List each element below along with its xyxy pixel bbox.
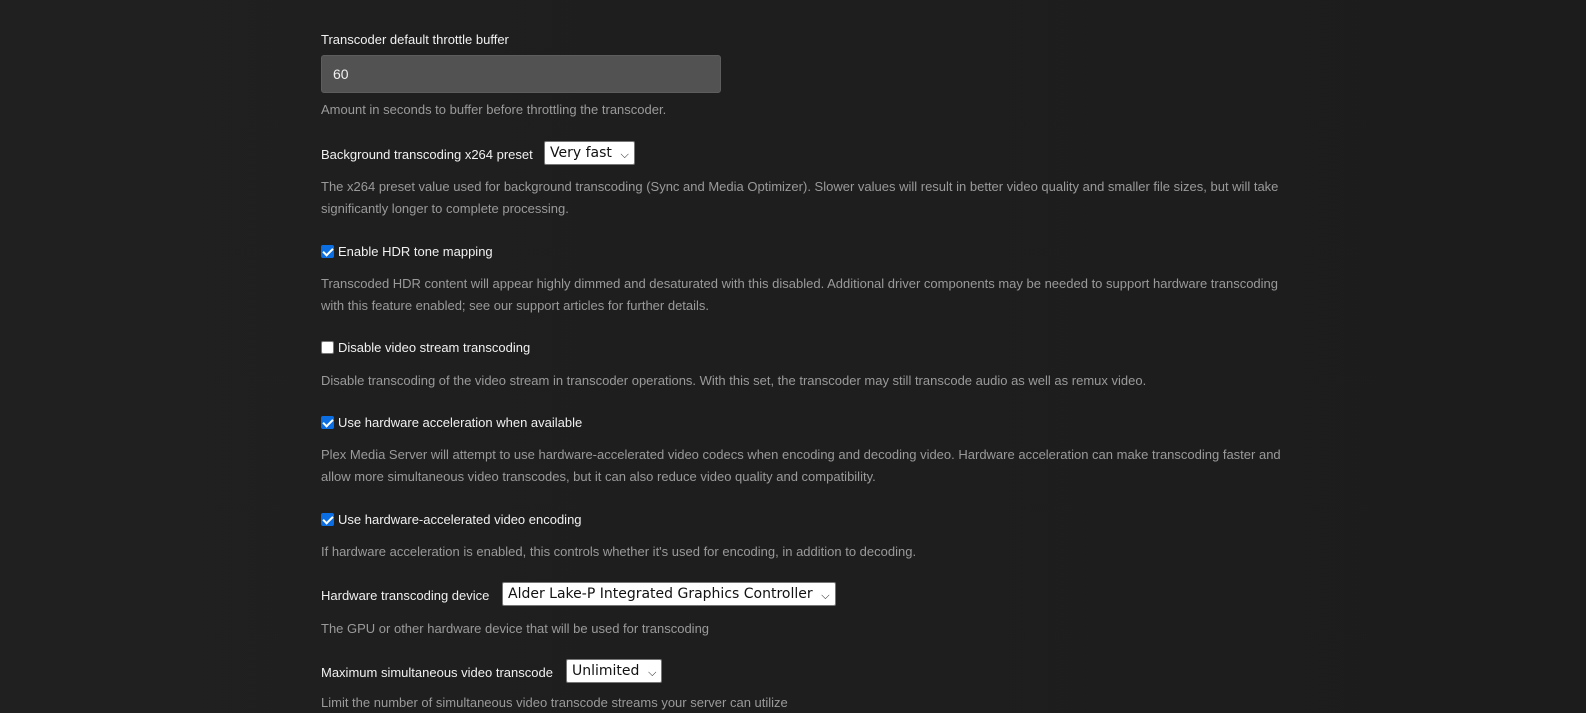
hw-acceleration-help-line: allow more simultaneous video transcodes… — [321, 469, 876, 484]
hw-device-help: The GPU or other hardware device that wi… — [321, 621, 710, 636]
x264-preset-help: The x264 preset value used for backgroun… — [321, 176, 1278, 220]
max-transcode-value: Unlimited — [572, 663, 640, 679]
hdr-help-line: Transcoded HDR content will appear highl… — [321, 276, 1279, 291]
max-transcode-select[interactable]: Unlimited ⌵ — [566, 659, 663, 683]
settings-page: Transcoder default throttle buffer Amoun… — [0, 0, 1586, 713]
max-transcode-help: Limit the number of simultaneous video t… — [321, 695, 788, 710]
x264-preset-label: Background transcoding x264 preset — [321, 147, 533, 162]
hdr-help-line: with this feature enabled; see our suppo… — [321, 298, 710, 313]
x264-preset-help-line: significantly longer to complete process… — [321, 201, 569, 216]
hw-device-value: Alder Lake-P Integrated Graphics Control… — [508, 586, 813, 602]
hw-acceleration-checkbox[interactable] — [321, 416, 334, 429]
hw-encoding-help: If hardware acceleration is enabled, thi… — [321, 544, 917, 559]
hw-acceleration-help: Plex Media Server will attempt to use ha… — [321, 444, 1281, 488]
throttle-buffer-input[interactable] — [321, 55, 721, 93]
hdr-tone-mapping-help: Transcoded HDR content will appear highl… — [321, 273, 1278, 317]
chevron-down-icon: ⌵ — [821, 589, 830, 602]
x264-preset-value: Very fast — [550, 145, 612, 161]
throttle-buffer-label: Transcoder default throttle buffer — [321, 32, 509, 47]
x264-preset-help-line: The x264 preset value used for backgroun… — [321, 179, 1279, 194]
disable-video-transcoding-checkbox[interactable] — [321, 341, 334, 354]
disable-video-transcoding-label: Disable video stream transcoding — [338, 340, 531, 355]
chevron-down-icon: ⌵ — [620, 148, 629, 161]
hw-encoding-label: Use hardware-accelerated video encoding — [338, 512, 582, 527]
chevron-down-icon: ⌵ — [648, 666, 657, 679]
hw-acceleration-help-line: Plex Media Server will attempt to use ha… — [321, 447, 1281, 462]
max-transcode-label: Maximum simultaneous video transcode — [321, 665, 553, 680]
hdr-tone-mapping-checkbox[interactable] — [321, 245, 334, 258]
x264-preset-select[interactable]: Very fast ⌵ — [544, 141, 635, 165]
disable-video-transcoding-help: Disable transcoding of the video stream … — [321, 373, 1147, 388]
hw-encoding-checkbox[interactable] — [321, 513, 334, 526]
hw-device-select[interactable]: Alder Lake-P Integrated Graphics Control… — [502, 582, 836, 606]
hdr-tone-mapping-label: Enable HDR tone mapping — [338, 244, 493, 259]
hw-device-label: Hardware transcoding device — [321, 588, 490, 603]
hw-acceleration-label: Use hardware acceleration when available — [338, 415, 583, 430]
throttle-buffer-help: Amount in seconds to buffer before throt… — [321, 102, 667, 117]
